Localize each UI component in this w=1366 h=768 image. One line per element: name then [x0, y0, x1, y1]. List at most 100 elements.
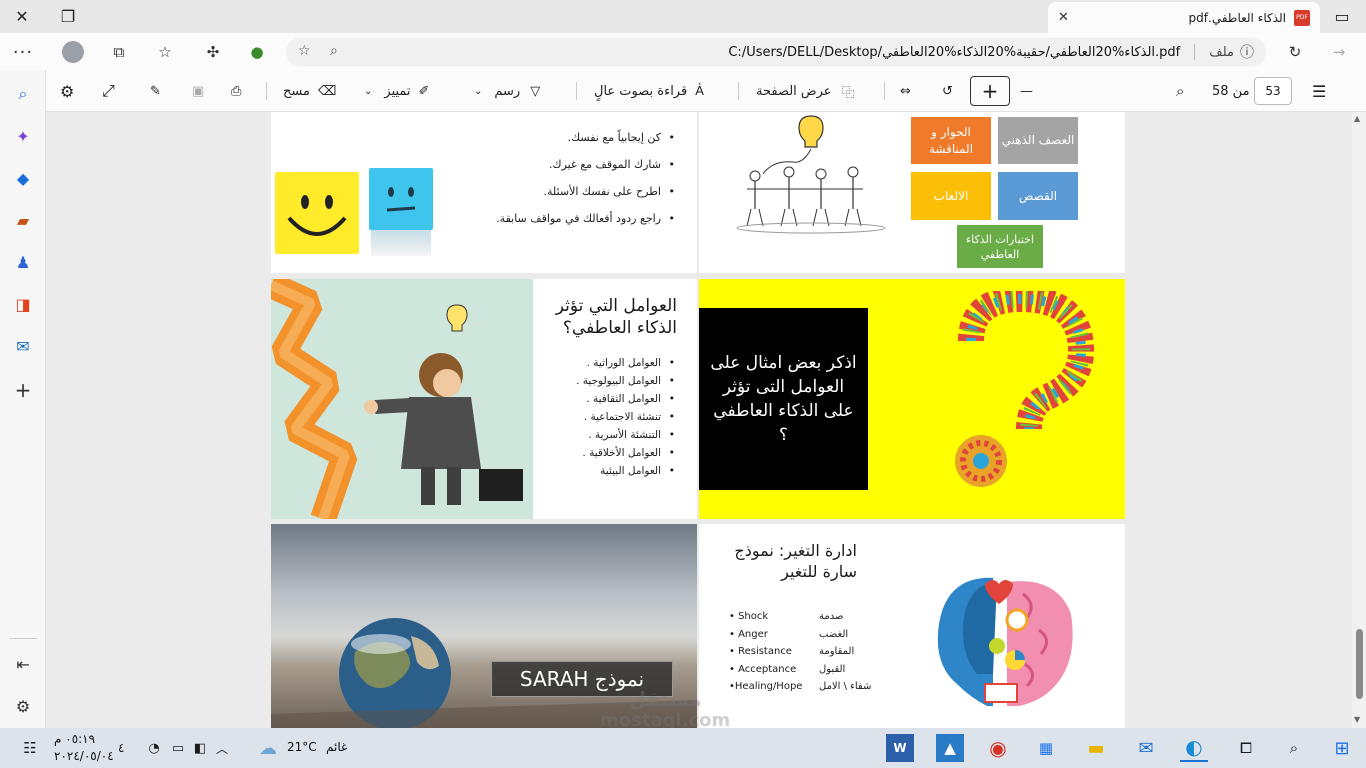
hide-sidebar-icon[interactable]: ⇤: [11, 652, 35, 676]
eraser-icon: ⌫: [317, 83, 337, 99]
more-menu-icon[interactable]: ···: [10, 39, 36, 65]
sidebar-search-icon[interactable]: ⌕: [11, 82, 35, 106]
question-mark-collage-image: [955, 291, 1095, 487]
extension-globe-icon[interactable]: ●: [244, 39, 270, 65]
address-bar: ··· ⧉ ☆ ✣ ● ⓘ ملف C:/Users/DELL/Desktop/…: [0, 33, 1366, 70]
list-item: • Acceptance القبول: [729, 663, 846, 675]
favorites-icon[interactable]: ☆: [152, 39, 178, 65]
clock-date[interactable]: ٢٠٢٤/٠٥/٠٤: [54, 749, 114, 763]
notification-count[interactable]: ٤: [118, 741, 124, 755]
edit-notes-icon[interactable]: ✎: [150, 78, 161, 104]
office-icon[interactable]: ◨: [11, 292, 35, 316]
list-item: العوامل الوراثية .: [535, 354, 675, 372]
print-icon[interactable]: ⎙: [231, 78, 241, 104]
sidebar-settings-icon[interactable]: ⚙: [11, 694, 35, 718]
toolbar-divider: [576, 82, 577, 100]
method-games-box: الالعاب: [911, 172, 991, 220]
refresh-icon[interactable]: ↻: [1282, 39, 1308, 65]
list-item: • Anger الغضب: [729, 628, 849, 640]
weather-cloud-icon[interactable]: ☁: [254, 734, 282, 762]
list-item: التنشئة الأسرية .: [535, 426, 675, 444]
extensions-icon[interactable]: ✣: [200, 39, 226, 65]
task-view-icon[interactable]: ⧠: [1232, 734, 1260, 762]
page-view-icon: ⿻: [841, 85, 855, 101]
contents-list-icon[interactable]: ☰: [1312, 78, 1326, 104]
scroll-down-icon[interactable]: ▼: [1354, 715, 1360, 724]
chevron-up-icon[interactable]: ︿: [208, 734, 236, 762]
chevron-down-icon[interactable]: ⌄: [474, 86, 482, 97]
zoom-in-button[interactable]: +: [970, 76, 1010, 106]
chrome-app-icon[interactable]: ◉: [984, 734, 1012, 762]
info-icon[interactable]: ⓘ: [1240, 42, 1254, 62]
page-total-label: من 58: [1212, 83, 1250, 99]
scrollbar-thumb[interactable]: [1356, 629, 1363, 699]
page-view-label: عرض الصفحة: [756, 83, 832, 99]
chevron-down-icon[interactable]: ⌄: [364, 86, 372, 97]
file-label: ملف: [1209, 44, 1234, 60]
windows-start-icon[interactable]: ⊞: [1328, 734, 1356, 762]
collections-icon[interactable]: ⧉: [106, 39, 132, 65]
save-icon: ▣: [192, 83, 205, 99]
slide-factors: العوامل التي تؤثر الذكاء العاطفي؟ العوام…: [271, 279, 697, 519]
change-title: ادارة التغير: نموذج سارة للتغير: [734, 541, 857, 581]
list-item: راجع ردود أفعالك في مواقف سابقة.: [445, 205, 675, 232]
taskbar-search-icon[interactable]: ⌕: [1280, 734, 1308, 762]
pdf-toolbar: ⚙ ⤢ ✎ ▣ ⎙ مسح ⌫ ⌄ تمييز ✐ ⌄ رسم ▽ قراءة …: [0, 70, 1366, 112]
rotate-icon[interactable]: ↺: [942, 78, 953, 104]
method-stories-box: القصص: [998, 172, 1078, 220]
edge-app-icon[interactable]: ◐: [1180, 734, 1208, 762]
copilot-sparkle-icon[interactable]: ✦: [11, 124, 35, 148]
teamwork-sketch-image: [736, 115, 886, 234]
add-sidebar-app-icon[interactable]: +: [11, 378, 35, 402]
file-explorer-icon[interactable]: ▬: [1082, 734, 1110, 762]
window-close-button[interactable]: ✕: [0, 0, 44, 33]
toolbar-divider: [884, 82, 885, 100]
outlook-icon[interactable]: ✉: [11, 334, 35, 358]
tools-briefcase-icon[interactable]: ▰: [11, 208, 35, 232]
weather-temp[interactable]: 21°C: [287, 740, 317, 754]
sarah-stages-list: • Shock صدمة • Anger الغضب • Resistance الم…: [729, 608, 899, 696]
zoom-out-button[interactable]: —: [1020, 78, 1033, 104]
games-icon[interactable]: ♟: [11, 250, 35, 274]
fit-width-icon[interactable]: ⇔: [900, 78, 911, 104]
draw-button[interactable]: ⌄ رسم ▽: [474, 78, 540, 104]
settings-gear-icon[interactable]: ⚙: [60, 78, 74, 104]
pdf-viewport[interactable]: كن إيجابياً مع نفسك. شارك الموقف مع غيرك…: [46, 112, 1366, 728]
toolbar-divider: [738, 82, 739, 100]
clock-time[interactable]: ٠٥:١٩ م: [54, 732, 95, 746]
tab-strip: ✕ ❐ + PDF الذكاء العاطفي.pdf ✕ ▭: [0, 0, 1366, 33]
question-text: اذكر بعض امثال على العوامل التى تؤثر على…: [699, 308, 868, 490]
photos-app-icon[interactable]: ▲: [936, 734, 964, 762]
tab-pdf[interactable]: PDF الذكاء العاطفي.pdf ✕: [1048, 2, 1320, 33]
add-favorite-icon[interactable]: ☆: [298, 43, 311, 59]
search-icon[interactable]: ⌕: [1176, 78, 1184, 104]
scroll-up-icon[interactable]: ▲: [1354, 114, 1360, 123]
pdf-icon: PDF: [1294, 9, 1310, 26]
notifications-icon[interactable]: ☷: [16, 734, 44, 762]
weather-condition[interactable]: غائم: [326, 740, 347, 754]
forward-icon: →: [1332, 43, 1346, 61]
erase-button[interactable]: مسح ⌫: [283, 78, 336, 104]
highlight-button[interactable]: ⌄ تمييز ✐: [364, 78, 429, 104]
tab-close-icon[interactable]: ✕: [1058, 10, 1069, 25]
word-app-icon[interactable]: W: [886, 734, 914, 762]
url-field[interactable]: ⓘ ملف C:/Users/DELL/Desktop/الذكاء%20الع…: [286, 38, 1266, 66]
slide-tips: كن إيجابياً مع نفسك. شارك الموقف مع غيرك…: [271, 112, 697, 273]
read-aloud-button[interactable]: قراءة بصوت عالٍ A᷾: [594, 78, 704, 104]
page-view-button[interactable]: عرض الصفحة ⿻: [756, 78, 855, 104]
tab-actions-icon[interactable]: ▭: [1320, 0, 1364, 33]
shopping-tag-icon[interactable]: ◆: [11, 166, 35, 190]
fullscreen-icon[interactable]: ⤢: [102, 78, 115, 104]
mostaql-watermark: مستقل mostaql.com: [600, 687, 731, 731]
method-tests-box: اختبارات الذكاء العاطفي: [957, 225, 1043, 268]
profile-avatar[interactable]: [60, 39, 86, 65]
window-restore-button[interactable]: ❐: [46, 0, 90, 33]
vertical-scrollbar[interactable]: ▲ ▼: [1352, 112, 1366, 728]
zoom-search-icon[interactable]: ⌕: [330, 43, 338, 59]
page-number-input[interactable]: 53: [1254, 77, 1292, 105]
url-text[interactable]: C:/Users/DELL/Desktop/الذكاء%20العاطفي/ح…: [728, 45, 1180, 60]
store-app-icon[interactable]: ▦: [1032, 734, 1060, 762]
mail-app-icon[interactable]: ✉: [1132, 734, 1160, 762]
factors-title: العوامل التي تؤثر الذكاء العاطفي؟: [555, 296, 677, 338]
slide-change-management: ادارة التغير: نموذج سارة للتغير • Shock ص…: [699, 524, 1125, 728]
